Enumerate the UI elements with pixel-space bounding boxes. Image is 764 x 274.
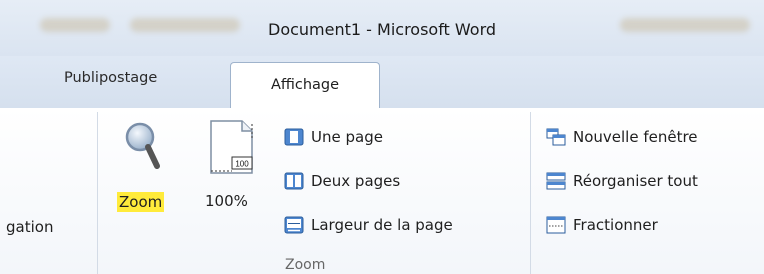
title-bar: Document1 - Microsoft Word [0,0,764,56]
zoom-100-label: 100% [205,192,248,210]
svg-text:100: 100 [235,160,249,169]
window-title: Document1 - Microsoft Word [268,20,497,39]
previous-group-label: gation [6,218,54,236]
magnifier-icon [125,122,160,169]
blurred-title-extra [620,18,750,32]
new-window-icon [546,128,566,146]
two-pages-button[interactable]: Deux pages [284,172,400,190]
page-width-icon [284,216,304,234]
zoom-button[interactable]: Zoom [108,120,180,220]
group-separator [530,112,531,274]
new-window-label: Nouvelle fenêtre [573,128,698,146]
blurred-quick-access [130,18,240,32]
arrange-all-label: Réorganiser tout [573,172,698,190]
tab-affichage-label: Affichage [270,77,340,93]
group-separator [97,112,98,274]
split-label: Fractionner [573,216,658,234]
zoom-100-button[interactable]: 100 100% [200,118,264,218]
ribbon-tab-row: Publipostage [0,56,764,109]
tab-publipostage[interactable]: Publipostage [64,70,157,86]
new-window-button[interactable]: Nouvelle fenêtre [546,128,698,146]
blurred-quick-access [40,18,110,32]
page-100-icon: 100 [210,120,253,174]
arrange-all-button[interactable]: Réorganiser tout [546,172,698,190]
one-page-icon [284,128,304,146]
one-page-button[interactable]: Une page [284,128,383,146]
tab-affichage[interactable]: Affichage [230,62,380,109]
page-width-label: Largeur de la page [311,216,453,234]
split-button[interactable]: Fractionner [546,216,658,234]
zoom-group-label: Zoom [285,257,326,273]
two-pages-icon [284,172,304,190]
split-icon [546,216,566,234]
arrange-all-icon [546,172,566,190]
zoom-label: Zoom [117,192,165,212]
page-width-button[interactable]: Largeur de la page [284,216,453,234]
one-page-label: Une page [311,128,383,146]
two-pages-label: Deux pages [311,172,401,190]
